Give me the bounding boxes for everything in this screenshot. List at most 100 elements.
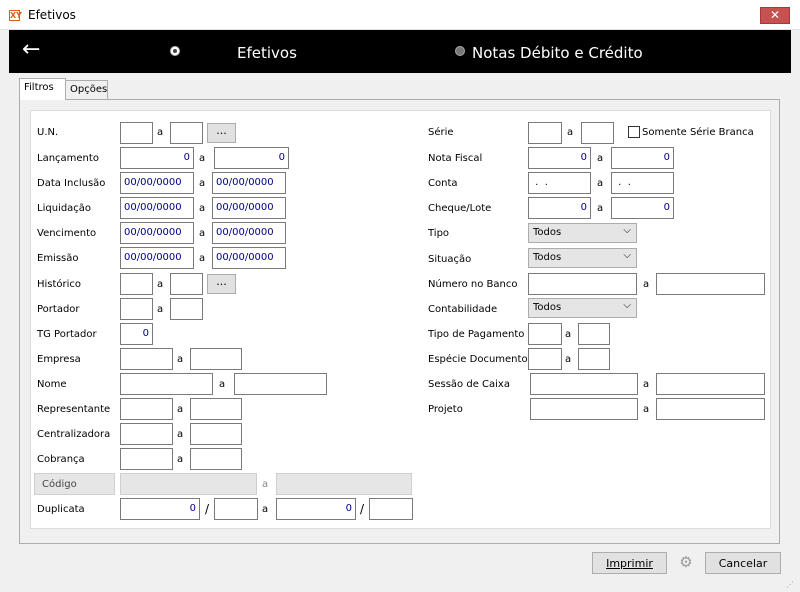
tipo-pagamento-to-input[interactable] <box>578 323 610 345</box>
lancamento-to-input[interactable]: 0 <box>214 147 289 169</box>
print-button[interactable]: Imprimir <box>592 552 667 574</box>
empresa-to-input[interactable] <box>190 348 242 370</box>
portador-to-input[interactable] <box>170 298 203 320</box>
centralizadora-to-input[interactable] <box>190 423 242 445</box>
un-lookup-button[interactable]: ... <box>207 123 236 143</box>
centralizadora-from-input[interactable] <box>120 423 173 445</box>
empresa-label: Empresa <box>37 354 81 365</box>
tab-filtros[interactable]: Filtros <box>19 78 66 100</box>
un-label: U.N. <box>37 127 59 138</box>
liquidacao-to-input[interactable]: 00/00/0000 <box>212 197 286 219</box>
data-inclusao-from-input[interactable]: 00/00/0000 <box>120 172 194 194</box>
un-from-input[interactable] <box>120 122 153 144</box>
contabilidade-select-value: Todos <box>533 302 562 313</box>
duplicata-from-number-input[interactable]: 0 <box>120 498 200 520</box>
portador-from-input[interactable] <box>120 298 153 320</box>
projeto-from-input[interactable] <box>530 398 638 420</box>
range-separator: a <box>199 153 206 164</box>
range-separator: a <box>177 404 184 415</box>
numero-banco-from-input[interactable] <box>528 273 637 295</box>
lancamento-from-input[interactable]: 0 <box>120 147 194 169</box>
range-separator: a <box>199 228 206 239</box>
range-separator: a <box>643 404 650 415</box>
tipo-pagamento-from-input[interactable] <box>528 323 562 345</box>
tipo-select[interactable]: Todos ⌵ <box>528 223 637 243</box>
range-separator: a <box>643 279 650 290</box>
projeto-label: Projeto <box>428 404 463 415</box>
conta-to-input[interactable]: . . <box>611 172 674 194</box>
liquidacao-from-input[interactable]: 00/00/0000 <box>120 197 194 219</box>
numero-banco-to-input[interactable] <box>656 273 765 295</box>
resize-grip-icon[interactable]: ⋰ <box>786 580 796 590</box>
cancel-button[interactable]: Cancelar <box>705 552 781 574</box>
duplicata-from-parcel-input[interactable] <box>214 498 258 520</box>
situacao-label: Situação <box>428 254 472 265</box>
range-separator: a <box>219 379 226 390</box>
historico-to-input[interactable] <box>170 273 203 295</box>
representante-label: Representante <box>37 404 111 415</box>
un-to-input[interactable] <box>170 122 203 144</box>
representante-from-input[interactable] <box>120 398 173 420</box>
somente-serie-branca-checkbox[interactable] <box>628 126 640 138</box>
emissao-label: Emissão <box>37 253 79 264</box>
codigo-label: Código <box>34 473 115 495</box>
historico-lookup-button[interactable]: ... <box>207 274 236 294</box>
vencimento-to-input[interactable]: 00/00/0000 <box>212 222 286 244</box>
app-icon: XY <box>9 10 22 21</box>
range-separator: a <box>157 279 164 290</box>
historico-label: Histórico <box>37 279 82 290</box>
slash-separator: / <box>205 502 210 516</box>
duplicata-to-parcel-input[interactable] <box>369 498 413 520</box>
radio-notas-debito-credito-label[interactable]: Notas Débito e Crédito <box>472 44 643 62</box>
range-separator: a <box>565 354 572 365</box>
vencimento-from-input[interactable]: 00/00/0000 <box>120 222 194 244</box>
historico-from-input[interactable] <box>120 273 153 295</box>
gear-icon[interactable]: ⚙ <box>676 553 696 573</box>
tipo-select-value: Todos <box>533 227 562 238</box>
sessao-caixa-from-input[interactable] <box>530 373 638 395</box>
range-separator: a <box>199 253 206 264</box>
tg-portador-label: TG Portador <box>37 329 97 340</box>
tg-portador-input[interactable]: 0 <box>120 323 153 345</box>
nota-fiscal-from-input[interactable]: 0 <box>528 147 591 169</box>
situacao-select[interactable]: Todos ⌵ <box>528 248 637 268</box>
nota-fiscal-to-input[interactable]: 0 <box>611 147 674 169</box>
range-separator: a <box>199 178 206 189</box>
radio-notas-debito-credito[interactable] <box>455 46 465 56</box>
close-button[interactable]: ✕ <box>760 7 790 24</box>
contabilidade-select[interactable]: Todos ⌵ <box>528 298 637 318</box>
range-separator: a <box>262 504 269 515</box>
range-separator: a <box>157 127 164 138</box>
somente-serie-branca-label[interactable]: Somente Série Branca <box>642 127 754 138</box>
tipo-label: Tipo <box>428 228 450 239</box>
cobranca-to-input[interactable] <box>190 448 242 470</box>
representante-to-input[interactable] <box>190 398 242 420</box>
radio-efetivos[interactable] <box>170 46 180 56</box>
cheque-lote-to-input[interactable]: 0 <box>611 197 674 219</box>
sessao-caixa-to-input[interactable] <box>656 373 765 395</box>
serie-from-input[interactable] <box>528 122 562 144</box>
nome-from-input[interactable] <box>120 373 213 395</box>
duplicata-to-number-input[interactable]: 0 <box>276 498 356 520</box>
empresa-from-input[interactable] <box>120 348 173 370</box>
especie-documento-to-input[interactable] <box>578 348 610 370</box>
chevron-down-icon: ⌵ <box>623 225 631 236</box>
range-separator: a <box>597 153 604 164</box>
cheque-lote-from-input[interactable]: 0 <box>528 197 591 219</box>
slash-separator: / <box>360 502 365 516</box>
projeto-to-input[interactable] <box>656 398 765 420</box>
radio-efetivos-label[interactable]: Efetivos <box>237 44 297 62</box>
serie-to-input[interactable] <box>581 122 614 144</box>
range-separator: a <box>177 454 184 465</box>
tab-opcoes[interactable]: Opções <box>65 80 108 99</box>
emissao-to-input[interactable]: 00/00/0000 <box>212 247 286 269</box>
conta-from-input[interactable]: . . <box>528 172 591 194</box>
data-inclusao-to-input[interactable]: 00/00/0000 <box>212 172 286 194</box>
nome-to-input[interactable] <box>234 373 327 395</box>
back-arrow-icon[interactable]: ← <box>22 39 40 61</box>
range-separator: a <box>567 127 574 138</box>
cobranca-from-input[interactable] <box>120 448 173 470</box>
emissao-from-input[interactable]: 00/00/0000 <box>120 247 194 269</box>
especie-documento-from-input[interactable] <box>528 348 562 370</box>
cobranca-label: Cobrança <box>37 454 85 465</box>
